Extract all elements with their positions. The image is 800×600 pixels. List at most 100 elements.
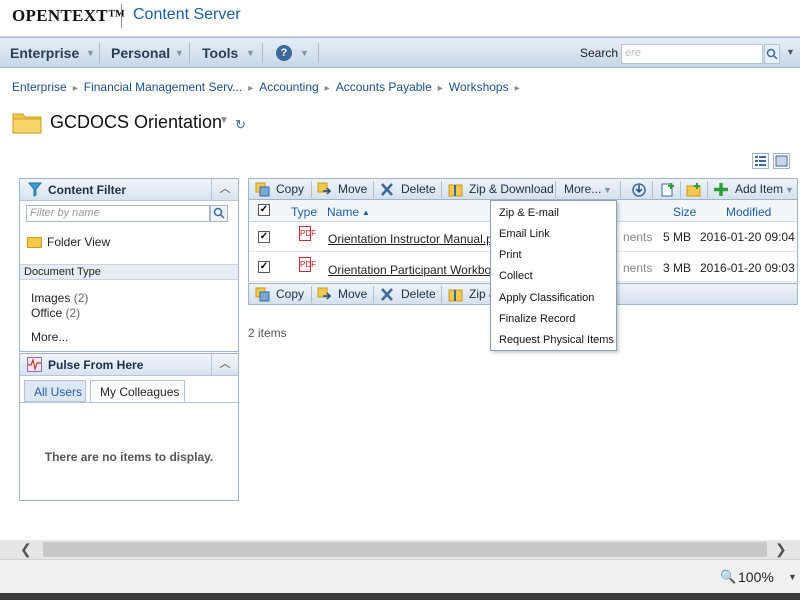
brand-logo[interactable]: OPENTEXT™ [12,6,125,26]
folder-view-link[interactable]: Folder View [47,235,110,249]
column-name[interactable]: Name [327,205,359,219]
zoom-icon[interactable]: 🔍 [720,569,736,585]
column-size[interactable]: Size [673,205,696,219]
sort-ascending-icon[interactable]: ▲ [362,208,370,217]
add-item-button[interactable]: Add Item [735,182,783,196]
tab-divider [20,402,238,403]
breadcrumb-item[interactable]: Accounts Payable [336,80,432,94]
delete-button[interactable]: Delete [401,182,436,196]
select-all-checkbox[interactable]: ✓ [258,204,270,216]
chevron-down-icon[interactable]: ▼ [86,48,95,58]
content-filter-panel: Content Filter ︿ Filter by name Folder V… [19,178,239,352]
breadcrumb-item[interactable]: Financial Management Serv... [84,80,243,94]
item-size: 3 MB [663,261,692,275]
column-modified[interactable]: Modified [726,205,771,219]
drag-drop-icon[interactable] [631,182,647,197]
move-button[interactable]: Move [338,182,367,196]
chevron-down-icon[interactable]: ▼ [603,185,612,195]
move-icon[interactable] [317,182,333,197]
facet-images[interactable]: Images (2) [31,291,88,305]
nav-enterprise[interactable]: Enterprise [10,45,79,61]
pdf-icon[interactable]: PDF [299,226,316,241]
move-button[interactable]: Move [338,287,367,301]
add-folder-icon[interactable] [686,182,702,197]
pdf-icon[interactable]: PDF [299,257,316,272]
copy-button[interactable]: Copy [276,287,304,301]
breadcrumb-separator-icon[interactable]: ▸ [325,83,330,94]
add-document-icon[interactable] [660,182,676,197]
scroll-right-icon[interactable]: ❯ [775,541,787,558]
breadcrumb-item[interactable]: Accounting [259,80,318,94]
menu-item-print[interactable]: Print [499,249,522,261]
zip-icon[interactable] [448,182,464,197]
search-button[interactable] [764,44,780,64]
item-name-link[interactable]: Orientation Instructor Manual.pdf [328,232,503,246]
row-checkbox[interactable]: ✓ [258,231,270,243]
toolbar-divider [707,181,708,198]
tab-all-users[interactable]: All Users [24,380,86,402]
search-options-chevron-icon[interactable]: ▼ [786,47,795,57]
column-type[interactable]: Type [291,205,317,219]
move-icon[interactable] [317,287,333,302]
scrollbar-thumb[interactable] [43,542,767,557]
breadcrumb-separator-icon[interactable]: ▸ [438,83,443,94]
panel-title: Content Filter [48,183,126,197]
delete-button[interactable]: Delete [401,287,436,301]
copy-icon[interactable] [255,287,271,302]
breadcrumb-separator-icon[interactable]: ▸ [73,83,78,94]
collapse-button[interactable]: ︿ [211,354,238,375]
search-input[interactable]: ere [621,44,763,64]
more-button[interactable]: More... [564,182,601,196]
zip-icon[interactable] [448,287,464,302]
menu-item-finalize-record[interactable]: Finalize Record [499,313,575,325]
detail-view-toggle-icon[interactable] [752,153,769,169]
chevron-down-icon[interactable]: ▼ [785,185,794,195]
facet-label[interactable]: Office [31,306,62,320]
breadcrumb-separator-icon[interactable]: ▸ [248,83,253,94]
title-menu-chevron-icon[interactable]: ▼ [219,115,229,126]
plus-icon[interactable] [713,182,729,197]
tab-my-colleagues[interactable]: My Colleagues [90,380,185,402]
row-checkbox[interactable]: ✓ [258,261,270,273]
toolbar-divider [373,286,374,303]
item-name-link[interactable]: Orientation Participant Workbook [328,263,504,277]
more-actions-menu: Zip & E-mail Email Link Print Collect Ap… [490,200,617,351]
menu-item-zip-email[interactable]: Zip & E-mail [499,207,559,219]
nav-divider [318,43,319,63]
help-icon[interactable]: ? [276,45,292,61]
chevron-down-icon[interactable]: ▼ [300,48,309,58]
breadcrumb-item[interactable]: Enterprise [12,80,67,94]
menu-item-request-physical-items[interactable]: Request Physical Items [499,334,614,346]
toolbar-divider [680,181,681,198]
zip-download-button[interactable]: Zip & Download [469,182,554,196]
facet-office[interactable]: Office (2) [31,306,80,320]
copy-icon[interactable] [255,182,271,197]
menu-item-apply-classification[interactable]: Apply Classification [499,292,594,304]
scroll-left-icon[interactable]: ❮ [20,541,32,558]
refresh-icon[interactable]: ↻ [235,117,246,133]
chevron-down-icon[interactable]: ▼ [175,48,184,58]
nav-personal[interactable]: Personal [111,45,170,61]
facet-more-link[interactable]: More... [31,330,68,344]
menu-item-email-link[interactable]: Email Link [499,228,550,240]
nav-tools[interactable]: Tools [202,45,238,61]
collapse-button[interactable]: ︿ [211,179,238,200]
breadcrumb-item[interactable]: Workshops [449,80,509,94]
empty-message: There are no items to display. [44,450,214,464]
copy-button[interactable]: Copy [276,182,304,196]
thumbnail-view-toggle-icon[interactable] [773,153,790,169]
delete-icon[interactable] [379,287,395,302]
delete-icon[interactable] [379,182,395,197]
chevron-down-icon[interactable]: ▼ [788,572,797,582]
folder-icon [27,237,42,248]
menu-item-collect[interactable]: Collect [499,270,533,282]
horizontal-scrollbar[interactable]: ❮ ❯ [0,540,800,559]
zoom-level[interactable]: 100% [738,569,774,585]
product-name[interactable]: Content Server [133,6,241,24]
chevron-down-icon[interactable]: ▼ [246,48,255,58]
filter-search-button[interactable] [210,205,228,222]
filter-input[interactable]: Filter by name [26,205,210,222]
item-size: 5 MB [663,230,692,244]
facet-label[interactable]: Images [31,291,70,305]
breadcrumb-separator-icon[interactable]: ▸ [515,83,520,94]
